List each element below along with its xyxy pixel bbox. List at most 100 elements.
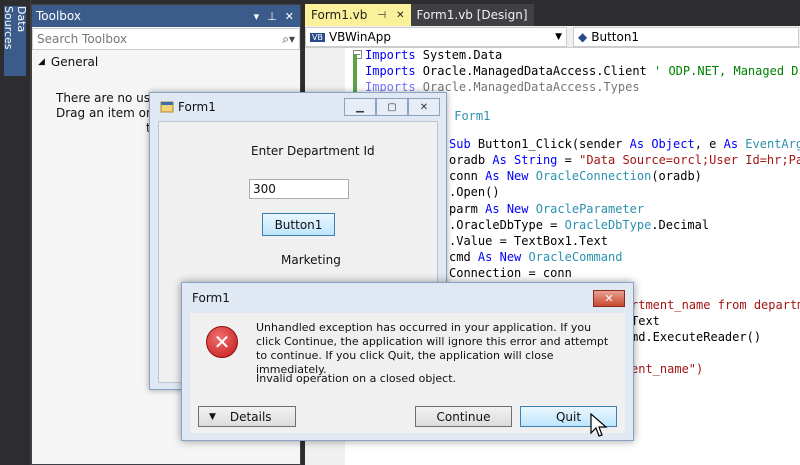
code-token: parm [449, 202, 486, 216]
tab-label: Form1.vb [Design] [416, 8, 528, 22]
code-token: Form1 [447, 109, 491, 123]
department-id-input[interactable]: 300 [249, 179, 349, 199]
code-token: Object [651, 137, 695, 151]
code-line: conn As New OracleConnection(oradb) [449, 169, 702, 185]
toolbox-title-bar: Toolbox ▾ ⊥ ✕ [32, 5, 300, 27]
expand-triangle-icon: ▼ [209, 411, 216, 422]
code-token: New [506, 169, 529, 183]
code-line: Sub Button1_Click(sender As Object, e As… [449, 137, 800, 153]
code-line: .Open() [449, 185, 500, 201]
search-icon[interactable]: ⌕▾ [282, 32, 299, 47]
dialog-close-button[interactable]: ✕ [593, 289, 625, 307]
dialog-title: Form1 [192, 291, 230, 305]
code-line: Form1 [447, 109, 490, 125]
details-button[interactable]: ▼ Details [198, 406, 296, 427]
project-dropdown[interactable]: VB VBWinApp ▼ [305, 27, 567, 47]
chevron-down-icon: ▼ [555, 32, 562, 42]
code-line: ent_name") [631, 362, 703, 378]
code-token: oradb [449, 153, 493, 167]
maximize-button[interactable]: ▢ [376, 98, 408, 116]
department-prompt-label: Enter Department Id [251, 144, 375, 158]
code-token: , e [694, 137, 724, 151]
error-dialog: Form1 ✕ ✕ Unhandled exception has occurr… [181, 282, 634, 441]
toolbox-search-placeholder: Search Toolbox [37, 32, 128, 46]
code-token: .Decimal [651, 218, 710, 232]
tab-form1-design[interactable]: Form1.vb [Design] [410, 4, 534, 26]
code-token: Sub [449, 137, 471, 151]
toolbox-group-label: General [50, 55, 99, 69]
collapse-triangle-icon: ◢ [38, 57, 45, 67]
data-sources-tab[interactable]: Data Sources [2, 6, 28, 76]
code-line: Connection = conn [449, 266, 572, 282]
form-icon [160, 101, 174, 113]
minimize-button[interactable]: ▁ [344, 98, 376, 116]
code-token: cmd [449, 250, 478, 264]
close-icon[interactable]: ✕ [396, 10, 404, 21]
code-line: Imports Oracle.ManagedDataAccess.Client … [365, 64, 800, 80]
result-label: Marketing [281, 253, 341, 267]
code-token: = [557, 153, 580, 167]
details-label: Details [229, 409, 272, 424]
dialog-client-area: ✕ Unhandled exception has occurred in yo… [190, 313, 625, 433]
continue-button[interactable]: Continue [415, 406, 512, 427]
dialog-title-bar[interactable]: Form1 ✕ [182, 283, 633, 313]
code-token: As [629, 137, 645, 151]
pin-icon[interactable]: ⊣ [377, 10, 386, 21]
code-token: Imports [365, 48, 416, 62]
code-token: System.Data [415, 48, 503, 62]
code-token: conn [449, 169, 486, 183]
code-token: ' ODP.NET, Managed Dri [654, 64, 800, 78]
button1[interactable]: Button1 [262, 213, 335, 236]
data-sources-label: Data Sources [2, 6, 28, 50]
code-token: Oracle.ManagedDataAccess.Types [415, 80, 640, 94]
code-line: .Value = TextBox1.Text [449, 234, 608, 250]
member-dropdown[interactable]: ◆ Button1 [573, 27, 799, 47]
code-token: EventArgs [745, 137, 800, 151]
code-token: (oradb) [651, 169, 702, 183]
code-token: As [492, 153, 507, 167]
code-token: As [723, 137, 739, 151]
code-token: String [514, 153, 558, 167]
minimize-icon: ▁ [356, 101, 364, 113]
code-token: Connection = conn [449, 266, 572, 280]
toolbox-group-general[interactable]: ◢ General [32, 51, 300, 73]
code-token: ent_name") [631, 362, 704, 376]
code-token: As [485, 202, 500, 216]
code-line: oradb As String = "Data Source=orcl;User… [449, 153, 800, 169]
code-token: OracleDbType [564, 218, 652, 232]
vb-icon: VB [310, 32, 325, 42]
form1-title-bar[interactable]: Form1 ▁ ▢ ✕ [150, 93, 446, 121]
maximize-icon: ▢ [387, 101, 397, 113]
code-token: Button1_Click(sender [470, 137, 630, 151]
code-line: .OracleDbType = OracleDbType.Decimal [449, 218, 709, 234]
project-name: VBWinApp [328, 30, 391, 44]
code-token: rtment_name from departm [631, 298, 800, 312]
code-token: New [499, 250, 522, 264]
code-line: cmd As New OracleCommand [449, 250, 622, 266]
error-message: Unhandled exception has occurred in your… [256, 321, 609, 376]
member-name: Button1 [591, 30, 640, 44]
code-token: "Data Source=orcl;User Id=hr;Pas [579, 153, 800, 167]
toolbox-search-input[interactable]: Search Toolbox ⌕▾ [32, 28, 300, 50]
code-token: Imports [365, 64, 416, 78]
close-button[interactable]: ✕ [408, 98, 440, 116]
field-icon: ◆ [578, 30, 588, 44]
change-indicator [353, 54, 357, 94]
code-token: OracleConnection [535, 169, 652, 183]
tab-form1-vb[interactable]: Form1.vb ⊣ ✕ [305, 4, 411, 26]
error-icon: ✕ [206, 326, 238, 358]
code-navigation-bar: VB VBWinApp ▼ ◆ Button1 [305, 26, 800, 48]
dropdown-arrow-icon[interactable]: ▾ [254, 10, 260, 23]
code-token: .Open() [449, 185, 500, 199]
code-token: Oracle.ManagedDataAccess.Client [415, 64, 654, 78]
close-icon[interactable]: ✕ [285, 10, 294, 23]
document-tab-bar: Form1.vb ⊣ ✕ Form1.vb [Design] [305, 4, 800, 26]
data-sources-strip: Data Sources [0, 0, 31, 465]
code-line: parm As New OracleParameter [449, 202, 644, 218]
code-token: .OracleDbType = [449, 218, 565, 232]
pin-icon[interactable]: ⊥ [267, 10, 277, 23]
